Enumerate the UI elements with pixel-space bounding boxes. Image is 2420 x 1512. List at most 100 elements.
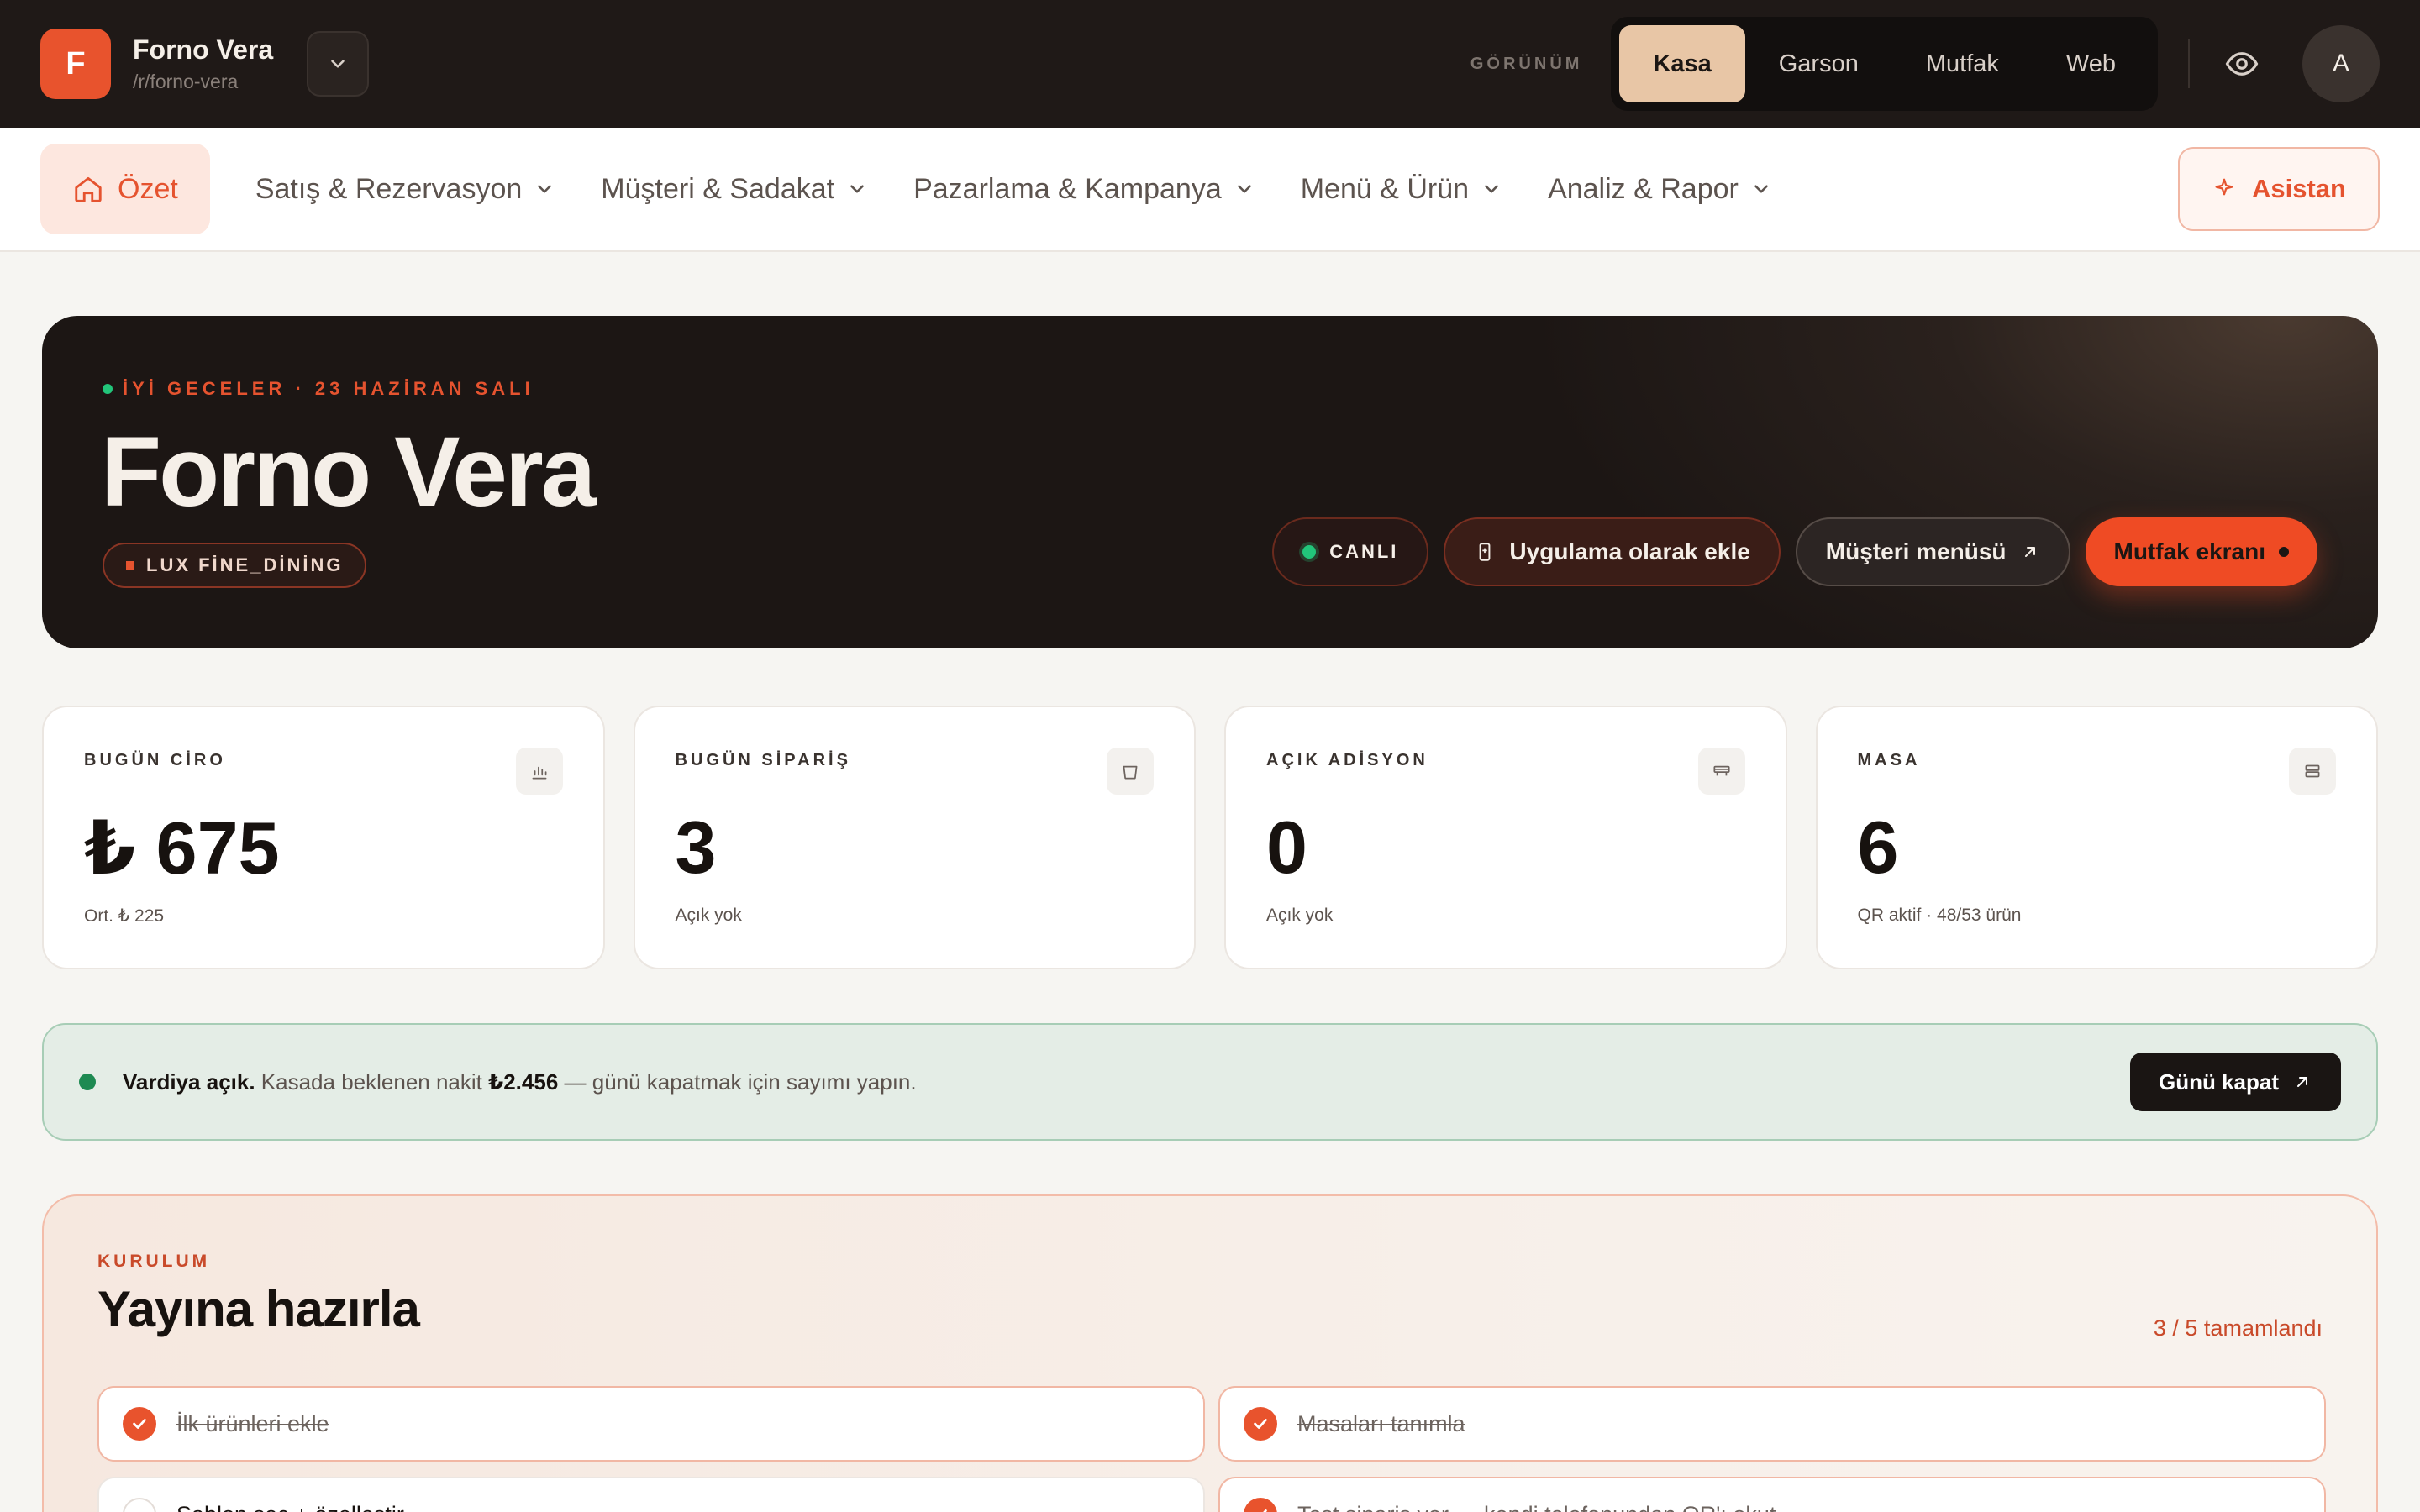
nav-analytics[interactable]: Analiz & Rapor bbox=[1548, 173, 1772, 206]
nav-marketing[interactable]: Pazarlama & Kampanya bbox=[913, 173, 1255, 206]
setup-task[interactable]: İlk ürünleri ekle bbox=[97, 1386, 1205, 1462]
live-dot-icon bbox=[1302, 545, 1317, 559]
sparkle-icon bbox=[2215, 178, 2233, 196]
home-icon bbox=[75, 176, 102, 202]
nav-home-label: Özet bbox=[118, 172, 178, 205]
arrow-up-right-icon bbox=[2297, 1077, 2307, 1087]
view-mutfak[interactable]: Mutfak bbox=[1892, 25, 2033, 102]
add-as-app-button[interactable]: Uygulama olarak ekle bbox=[1444, 517, 1781, 586]
stat-value: ₺ 675 bbox=[84, 806, 280, 890]
chevron-down-icon bbox=[850, 185, 864, 193]
shift-text-before: Kasada beklenen nakit bbox=[260, 1068, 482, 1095]
setup-progress: 3 / 5 tamamlandı bbox=[2153, 1315, 2323, 1341]
nav-menu-label: Menü & Ürün bbox=[1300, 172, 1470, 205]
setup-task[interactable]: Test sipariş ver — kendi telefonundan QR… bbox=[1218, 1477, 2326, 1512]
assistant-button[interactable]: Asistan bbox=[2178, 147, 2380, 231]
brand-slug: /r/forno-vera bbox=[133, 71, 239, 92]
greeting: İYİ GECELER · 23 HAZİRAN SALI bbox=[103, 378, 534, 400]
setup-panel: KURULUM Yayına hazırla 3 / 5 tamamlandı … bbox=[42, 1194, 2378, 1512]
stat-value: 3 bbox=[675, 806, 717, 889]
kitchen-screen-label: Mutfak ekranı bbox=[2113, 538, 2266, 564]
hero-actions: CANLI Uygulama olarak ekle Müşteri menüs… bbox=[1272, 517, 2317, 586]
shift-banner: Vardiya açık. Kasada beklenen nakit ₺2.4… bbox=[42, 1023, 2378, 1141]
kitchen-screen-button[interactable]: Mutfak ekranı bbox=[2085, 517, 2317, 586]
topbar: F Forno Vera /r/forno-vera GÖRÜNÜM Kasa … bbox=[0, 0, 2420, 128]
add-as-app-label: Uygulama olarak ekle bbox=[1509, 538, 1750, 564]
chevron-down-icon bbox=[331, 60, 345, 68]
setup-task-label: Test sipariş ver — kendi telefonundan QR… bbox=[1297, 1502, 1776, 1512]
customer-menu-label: Müşteri menüsü bbox=[1825, 538, 2007, 564]
live-label: CANLI bbox=[1329, 541, 1399, 562]
chevron-down-icon bbox=[1485, 185, 1498, 193]
stat-label: BUGÜN CİRO bbox=[84, 751, 226, 769]
brand-name: Forno Vera bbox=[133, 34, 274, 65]
stat-card-tables[interactable]: MASA 6 QR aktif · 48/53 ürün bbox=[1815, 706, 2378, 969]
view-garson[interactable]: Garson bbox=[1745, 25, 1892, 102]
eye-icon bbox=[2225, 52, 2259, 76]
chevron-down-icon bbox=[1237, 185, 1251, 193]
restaurant-logo[interactable]: F bbox=[40, 29, 111, 99]
status-dot-icon bbox=[103, 384, 113, 394]
nav-customers[interactable]: Müşteri & Sadakat bbox=[601, 173, 868, 206]
brand[interactable]: Forno Vera /r/forno-vera bbox=[133, 34, 273, 93]
nav-sales-label: Satış & Rezervasyon bbox=[255, 172, 523, 205]
dot-icon bbox=[2279, 547, 2289, 557]
avatar[interactable]: A bbox=[2302, 25, 2380, 102]
view-kasa[interactable]: Kasa bbox=[1619, 25, 1745, 102]
check-icon bbox=[1244, 1407, 1277, 1441]
chevron-down-icon bbox=[538, 185, 552, 193]
greeting-text: İYİ GECELER · 23 HAZİRAN SALI bbox=[123, 378, 534, 399]
view-web[interactable]: Web bbox=[2033, 25, 2149, 102]
stat-sub: Açık yok bbox=[675, 906, 742, 925]
nav-customers-label: Müşteri & Sadakat bbox=[601, 172, 835, 205]
check-icon bbox=[123, 1407, 156, 1441]
view-label: GÖRÜNÜM bbox=[1470, 54, 1583, 73]
restaurant-switcher-button[interactable] bbox=[307, 31, 370, 97]
table-icon bbox=[2289, 748, 2336, 795]
shift-text-after: — günü kapatmak için sayımı yapın. bbox=[564, 1068, 917, 1095]
close-day-label: Günü kapat bbox=[2158, 1068, 2279, 1095]
square-icon bbox=[126, 561, 134, 570]
setup-eyebrow: KURULUM bbox=[97, 1252, 211, 1271]
main-nav: Özet Satış & Rezervasyon Müşteri & Sadak… bbox=[0, 128, 2420, 252]
shift-message: Vardiya açık. Kasada beklenen nakit ₺2.4… bbox=[123, 1069, 917, 1095]
assistant-label: Asistan bbox=[2252, 174, 2346, 203]
bar-chart-icon bbox=[515, 748, 563, 795]
customer-menu-button[interactable]: Müşteri menüsü bbox=[1795, 517, 2070, 586]
nav-marketing-label: Pazarlama & Kampanya bbox=[913, 172, 1222, 205]
receipt-icon bbox=[1697, 748, 1745, 795]
divider bbox=[2188, 39, 2190, 88]
setup-task-label: Şablon seç + özelleştir bbox=[176, 1502, 404, 1512]
setup-task[interactable]: Şablon seç + özelleştir bbox=[97, 1477, 1205, 1512]
hero-title: Forno Vera bbox=[101, 417, 596, 528]
stats-row: BUGÜN CİRO ₺ 675 Ort. ₺ 225 BUGÜN SİPARİ… bbox=[42, 706, 2378, 969]
chevron-down-icon bbox=[1754, 185, 1768, 193]
setup-title: Yayına hazırla bbox=[97, 1281, 420, 1337]
stat-sub: QR aktif · 48/53 ürün bbox=[1857, 906, 2022, 925]
close-day-button[interactable]: Günü kapat bbox=[2129, 1053, 2341, 1111]
stat-sub: Açık yok bbox=[1266, 906, 1334, 925]
phone-icon bbox=[1480, 543, 1491, 561]
setup-task-label: İlk ürünleri ekle bbox=[176, 1410, 329, 1436]
stat-card-orders[interactable]: BUGÜN SİPARİŞ 3 Açık yok bbox=[633, 706, 1196, 969]
stat-label: AÇIK ADİSYON bbox=[1266, 751, 1428, 769]
stat-label: MASA bbox=[1857, 751, 1921, 769]
external-link-icon bbox=[2024, 547, 2035, 557]
preview-button[interactable] bbox=[2218, 40, 2265, 87]
stat-card-open-checks[interactable]: AÇIK ADİSYON 0 Açık yok bbox=[1224, 706, 1787, 969]
shift-title: Vardiya açık. bbox=[123, 1068, 255, 1095]
view-switcher: Kasa Garson Mutfak Web bbox=[1611, 17, 2158, 111]
live-status-badge: CANLI bbox=[1272, 517, 1429, 586]
stat-value: 6 bbox=[1857, 806, 1899, 889]
shift-amount: ₺2.456 bbox=[488, 1068, 559, 1095]
nav-sales[interactable]: Satış & Rezervasyon bbox=[255, 173, 555, 206]
setup-task[interactable]: Masaları tanımla bbox=[1218, 1386, 2326, 1462]
restaurant-type-badge: LUX FİNE_DİNİNG bbox=[103, 543, 367, 588]
stat-card-revenue[interactable]: BUGÜN CİRO ₺ 675 Ort. ₺ 225 bbox=[42, 706, 605, 969]
stat-label: BUGÜN SİPARİŞ bbox=[675, 751, 851, 769]
nav-menu[interactable]: Menü & Ürün bbox=[1301, 173, 1502, 206]
setup-task-label: Masaları tanımla bbox=[1297, 1410, 1465, 1436]
nav-home[interactable]: Özet bbox=[40, 144, 210, 234]
hero-banner: İYİ GECELER · 23 HAZİRAN SALI Forno Vera… bbox=[42, 316, 2378, 648]
restaurant-type-text: LUX FİNE_DİNİNG bbox=[146, 554, 344, 575]
